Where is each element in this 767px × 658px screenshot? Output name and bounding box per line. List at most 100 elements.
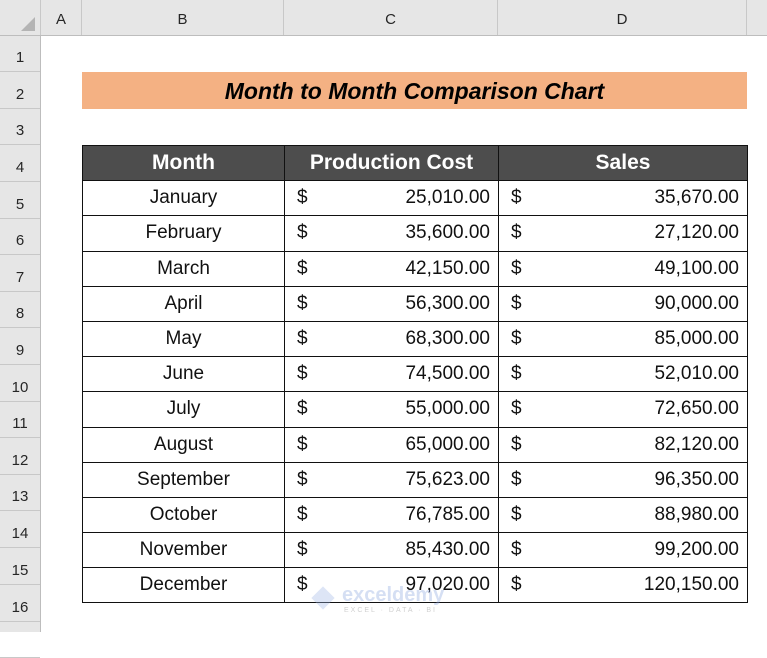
row-header-14[interactable]: 14 — [0, 511, 40, 548]
month-cell[interactable]: January — [82, 180, 285, 217]
production-cost-cell[interactable]: $65,000.00 — [284, 426, 499, 463]
sales-cell[interactable]: $72,650.00 — [498, 391, 748, 428]
currency-symbol: $ — [511, 327, 522, 349]
currency-symbol: $ — [297, 257, 308, 279]
month-cell[interactable]: August — [82, 426, 285, 463]
sales-cell[interactable]: $99,200.00 — [498, 532, 748, 569]
production-cost-value: 65,000.00 — [405, 433, 490, 455]
table-row: November $85,430.00 $99,200.00 — [82, 532, 748, 569]
sales-cell[interactable]: $120,150.00 — [498, 567, 748, 604]
row-header-12[interactable]: 12 — [0, 438, 40, 475]
sales-cell[interactable]: $49,100.00 — [498, 250, 748, 287]
sales-cell[interactable]: $35,670.00 — [498, 180, 748, 217]
table-row: March $42,150.00 $49,100.00 — [82, 250, 748, 287]
production-cost-cell[interactable]: $75,623.00 — [284, 461, 499, 498]
currency-symbol: $ — [297, 363, 308, 385]
table-row: May $68,300.00 $85,000.00 — [82, 320, 748, 358]
row-header-7[interactable]: 7 — [0, 255, 40, 292]
row-header-15[interactable]: 15 — [0, 548, 40, 585]
production-cost-value: 85,430.00 — [405, 539, 490, 561]
sales-cell[interactable]: $90,000.00 — [498, 285, 748, 322]
table-header-row: Month Production Cost Sales — [82, 144, 748, 182]
month-cell[interactable]: April — [82, 285, 285, 322]
month-cell[interactable]: June — [82, 356, 285, 393]
row-header-16[interactable]: 16 — [0, 585, 40, 622]
month-cell[interactable]: December — [82, 567, 285, 604]
header-production-cost[interactable]: Production Cost — [284, 144, 499, 182]
currency-symbol: $ — [297, 433, 308, 455]
select-all-button[interactable] — [0, 0, 41, 35]
row-header-11[interactable]: 11 — [0, 402, 40, 438]
currency-symbol: $ — [511, 222, 522, 244]
row-header-8[interactable]: 8 — [0, 292, 40, 328]
production-cost-cell[interactable]: $76,785.00 — [284, 496, 499, 534]
row-header-2[interactable]: 2 — [0, 72, 40, 109]
table-row: October $76,785.00 $88,980.00 — [82, 496, 748, 534]
currency-symbol: $ — [511, 574, 522, 596]
row-header-6[interactable]: 6 — [0, 219, 40, 255]
sheet-title[interactable]: Month to Month Comparison Chart — [82, 72, 747, 109]
row-header-1[interactable]: 1 — [0, 36, 40, 72]
production-cost-cell[interactable]: $97,020.00 — [284, 567, 499, 604]
column-header-d[interactable]: D — [498, 0, 747, 35]
month-cell[interactable]: July — [82, 391, 285, 428]
table-row: April $56,300.00 $90,000.00 — [82, 285, 748, 322]
currency-symbol: $ — [511, 398, 522, 420]
sales-cell[interactable]: $52,010.00 — [498, 356, 748, 393]
sales-value: 88,980.00 — [654, 503, 739, 525]
header-month[interactable]: Month — [82, 144, 285, 182]
header-sales[interactable]: Sales — [498, 144, 748, 182]
column-header-b[interactable]: B — [82, 0, 284, 35]
currency-symbol: $ — [511, 539, 522, 561]
sales-value: 99,200.00 — [654, 539, 739, 561]
month-cell[interactable]: November — [82, 532, 285, 569]
month-cell[interactable]: February — [82, 215, 285, 252]
sales-value: 35,670.00 — [654, 187, 739, 209]
month-cell[interactable]: March — [82, 250, 285, 287]
sales-value: 52,010.00 — [654, 363, 739, 385]
sales-value: 72,650.00 — [654, 398, 739, 420]
production-cost-value: 35,600.00 — [405, 222, 490, 244]
column-header-c[interactable]: C — [284, 0, 498, 35]
sales-value: 27,120.00 — [654, 222, 739, 244]
production-cost-cell[interactable]: $68,300.00 — [284, 320, 499, 358]
month-cell[interactable]: May — [82, 320, 285, 358]
sales-cell[interactable]: $82,120.00 — [498, 426, 748, 463]
production-cost-value: 25,010.00 — [405, 187, 490, 209]
production-cost-value: 68,300.00 — [405, 327, 490, 349]
production-cost-cell[interactable]: $56,300.00 — [284, 285, 499, 322]
currency-symbol: $ — [297, 292, 308, 314]
currency-symbol: $ — [511, 257, 522, 279]
table-row: July $55,000.00 $72,650.00 — [82, 391, 748, 428]
sales-cell[interactable]: $85,000.00 — [498, 320, 748, 358]
row-header-10[interactable]: 10 — [0, 365, 40, 402]
production-cost-cell[interactable]: $74,500.00 — [284, 356, 499, 393]
production-cost-value: 55,000.00 — [405, 398, 490, 420]
month-cell[interactable]: September — [82, 461, 285, 498]
sales-cell[interactable]: $88,980.00 — [498, 496, 748, 534]
sales-value: 85,000.00 — [654, 327, 739, 349]
row-header-3[interactable]: 3 — [0, 109, 40, 145]
sales-cell[interactable]: $27,120.00 — [498, 215, 748, 252]
production-cost-cell[interactable]: $55,000.00 — [284, 391, 499, 428]
production-cost-cell[interactable]: $42,150.00 — [284, 250, 499, 287]
row-header-17[interactable] — [0, 622, 40, 658]
production-cost-cell[interactable]: $85,430.00 — [284, 532, 499, 569]
row-header-5[interactable]: 5 — [0, 182, 40, 219]
column-header-a[interactable]: A — [41, 0, 82, 35]
sales-value: 120,150.00 — [643, 574, 739, 596]
currency-symbol: $ — [297, 187, 308, 209]
watermark-tagline: EXCEL · DATA · BI — [344, 607, 437, 614]
sales-cell[interactable]: $96,350.00 — [498, 461, 748, 498]
row-header-9[interactable]: 9 — [0, 328, 40, 365]
production-cost-cell[interactable]: $35,600.00 — [284, 215, 499, 252]
month-cell[interactable]: October — [82, 496, 285, 534]
production-cost-value: 74,500.00 — [405, 363, 490, 385]
table-row: January $25,010.00 $35,670.00 — [82, 180, 748, 217]
sales-value: 49,100.00 — [654, 257, 739, 279]
production-cost-cell[interactable]: $25,010.00 — [284, 180, 499, 217]
row-header-13[interactable]: 13 — [0, 475, 40, 511]
currency-symbol: $ — [297, 539, 308, 561]
production-cost-value: 97,020.00 — [405, 574, 490, 596]
row-header-4[interactable]: 4 — [0, 145, 40, 182]
